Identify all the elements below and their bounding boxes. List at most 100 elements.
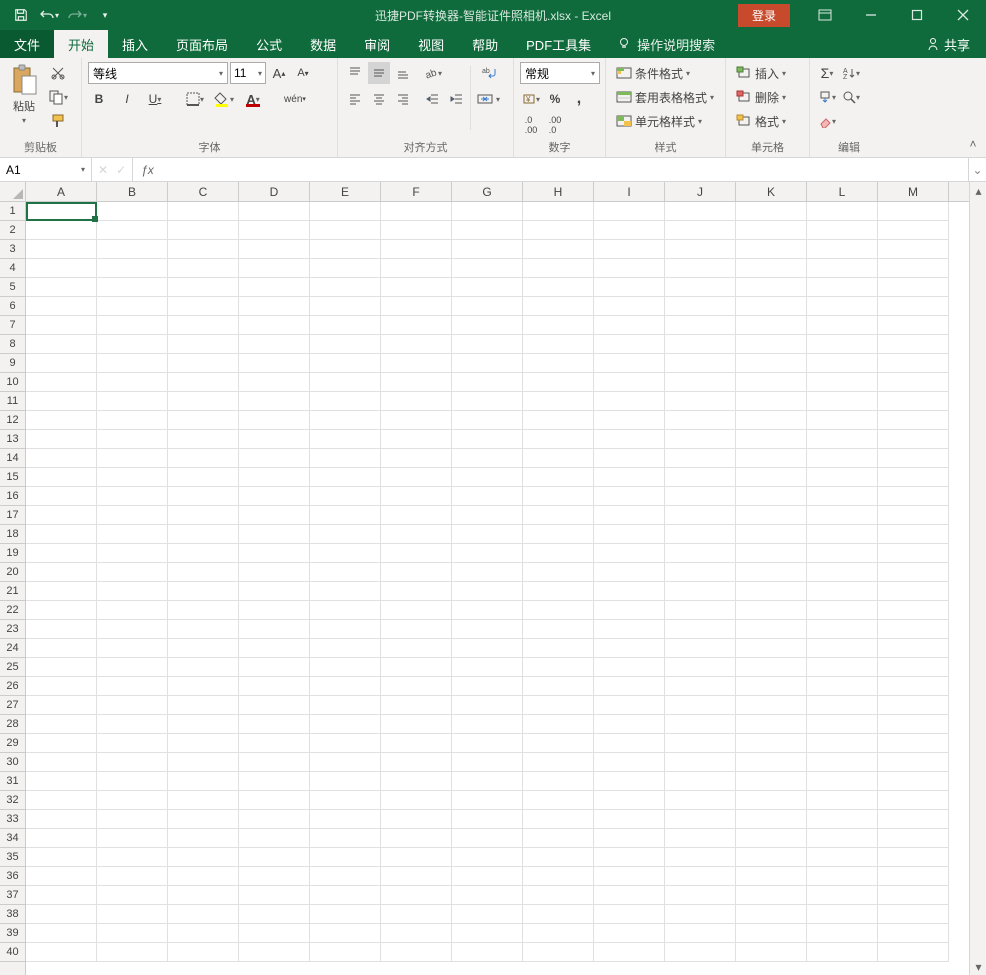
cell[interactable] (665, 392, 736, 411)
row-header[interactable]: 37 (0, 886, 25, 905)
cell[interactable] (168, 392, 239, 411)
cell[interactable] (594, 506, 665, 525)
cell[interactable] (168, 411, 239, 430)
cell[interactable] (381, 373, 452, 392)
row-header[interactable]: 10 (0, 373, 25, 392)
cell[interactable] (878, 202, 949, 221)
cell[interactable] (452, 734, 523, 753)
sort-filter-button[interactable]: AZ▾ (840, 62, 862, 84)
cell[interactable] (97, 867, 168, 886)
cell[interactable] (239, 430, 310, 449)
cell[interactable] (523, 316, 594, 335)
cell[interactable] (26, 278, 97, 297)
cell[interactable] (26, 886, 97, 905)
cell[interactable] (452, 487, 523, 506)
cell[interactable] (594, 734, 665, 753)
cell[interactable] (878, 810, 949, 829)
cell[interactable] (523, 297, 594, 316)
cell[interactable] (878, 753, 949, 772)
cell[interactable] (26, 221, 97, 240)
cell[interactable] (665, 411, 736, 430)
fill-button[interactable]: ▾ (816, 86, 838, 108)
cell[interactable] (168, 943, 239, 962)
cell[interactable] (452, 810, 523, 829)
cell[interactable] (736, 658, 807, 677)
cell[interactable] (168, 639, 239, 658)
cell[interactable] (168, 221, 239, 240)
cell[interactable] (310, 753, 381, 772)
cell[interactable] (878, 943, 949, 962)
cell[interactable] (736, 753, 807, 772)
tab-layout[interactable]: 页面布局 (162, 30, 242, 58)
cell[interactable] (878, 924, 949, 943)
cell[interactable] (381, 848, 452, 867)
cell[interactable] (736, 487, 807, 506)
cell[interactable] (26, 639, 97, 658)
cell[interactable] (807, 905, 878, 924)
cell[interactable] (736, 886, 807, 905)
cell[interactable] (239, 544, 310, 563)
cell[interactable] (97, 525, 168, 544)
italic-button[interactable]: I (116, 88, 138, 110)
row-header[interactable]: 15 (0, 468, 25, 487)
cell[interactable] (239, 221, 310, 240)
close-button[interactable] (940, 0, 986, 30)
cell[interactable] (523, 601, 594, 620)
cell[interactable] (807, 221, 878, 240)
cell[interactable] (452, 563, 523, 582)
row-header[interactable]: 32 (0, 791, 25, 810)
increase-decimal-button[interactable]: .0.00 (520, 114, 542, 136)
cell[interactable] (736, 468, 807, 487)
cell[interactable] (168, 487, 239, 506)
cell[interactable] (168, 905, 239, 924)
cell[interactable] (310, 829, 381, 848)
cell[interactable] (26, 354, 97, 373)
cell[interactable] (878, 544, 949, 563)
cell[interactable] (523, 924, 594, 943)
cell[interactable] (310, 411, 381, 430)
cell[interactable] (807, 411, 878, 430)
cell[interactable] (878, 468, 949, 487)
cell[interactable] (736, 829, 807, 848)
cell[interactable] (523, 582, 594, 601)
cell[interactable] (239, 810, 310, 829)
scroll-up-button[interactable]: ▴ (970, 182, 986, 199)
cell[interactable] (310, 620, 381, 639)
cell[interactable] (452, 791, 523, 810)
cell[interactable] (168, 563, 239, 582)
cell[interactable] (807, 487, 878, 506)
cell[interactable] (807, 506, 878, 525)
cell[interactable] (807, 335, 878, 354)
login-button[interactable]: 登录 (738, 4, 790, 27)
cell[interactable] (97, 259, 168, 278)
cell[interactable] (878, 848, 949, 867)
row-header[interactable]: 5 (0, 278, 25, 297)
cell[interactable] (665, 278, 736, 297)
row-header[interactable]: 6 (0, 297, 25, 316)
cell[interactable] (594, 772, 665, 791)
cell[interactable] (807, 544, 878, 563)
cell[interactable] (594, 297, 665, 316)
cell[interactable] (239, 924, 310, 943)
underline-button[interactable]: U▾ (144, 88, 166, 110)
conditional-format-button[interactable]: 条件格式▾ (612, 62, 694, 84)
cell[interactable] (594, 886, 665, 905)
cell[interactable] (665, 544, 736, 563)
cell[interactable] (381, 316, 452, 335)
cell[interactable] (168, 886, 239, 905)
cell[interactable] (168, 506, 239, 525)
tab-insert[interactable]: 插入 (108, 30, 162, 58)
cell[interactable] (26, 202, 97, 221)
cell[interactable] (97, 411, 168, 430)
cell[interactable] (523, 240, 594, 259)
cell[interactable] (239, 620, 310, 639)
cell[interactable] (452, 544, 523, 563)
cell[interactable] (26, 582, 97, 601)
cell[interactable] (381, 943, 452, 962)
cell[interactable] (26, 696, 97, 715)
maximize-button[interactable] (894, 0, 940, 30)
cell[interactable] (168, 259, 239, 278)
row-header[interactable]: 2 (0, 221, 25, 240)
cell[interactable] (97, 639, 168, 658)
cell[interactable] (736, 411, 807, 430)
